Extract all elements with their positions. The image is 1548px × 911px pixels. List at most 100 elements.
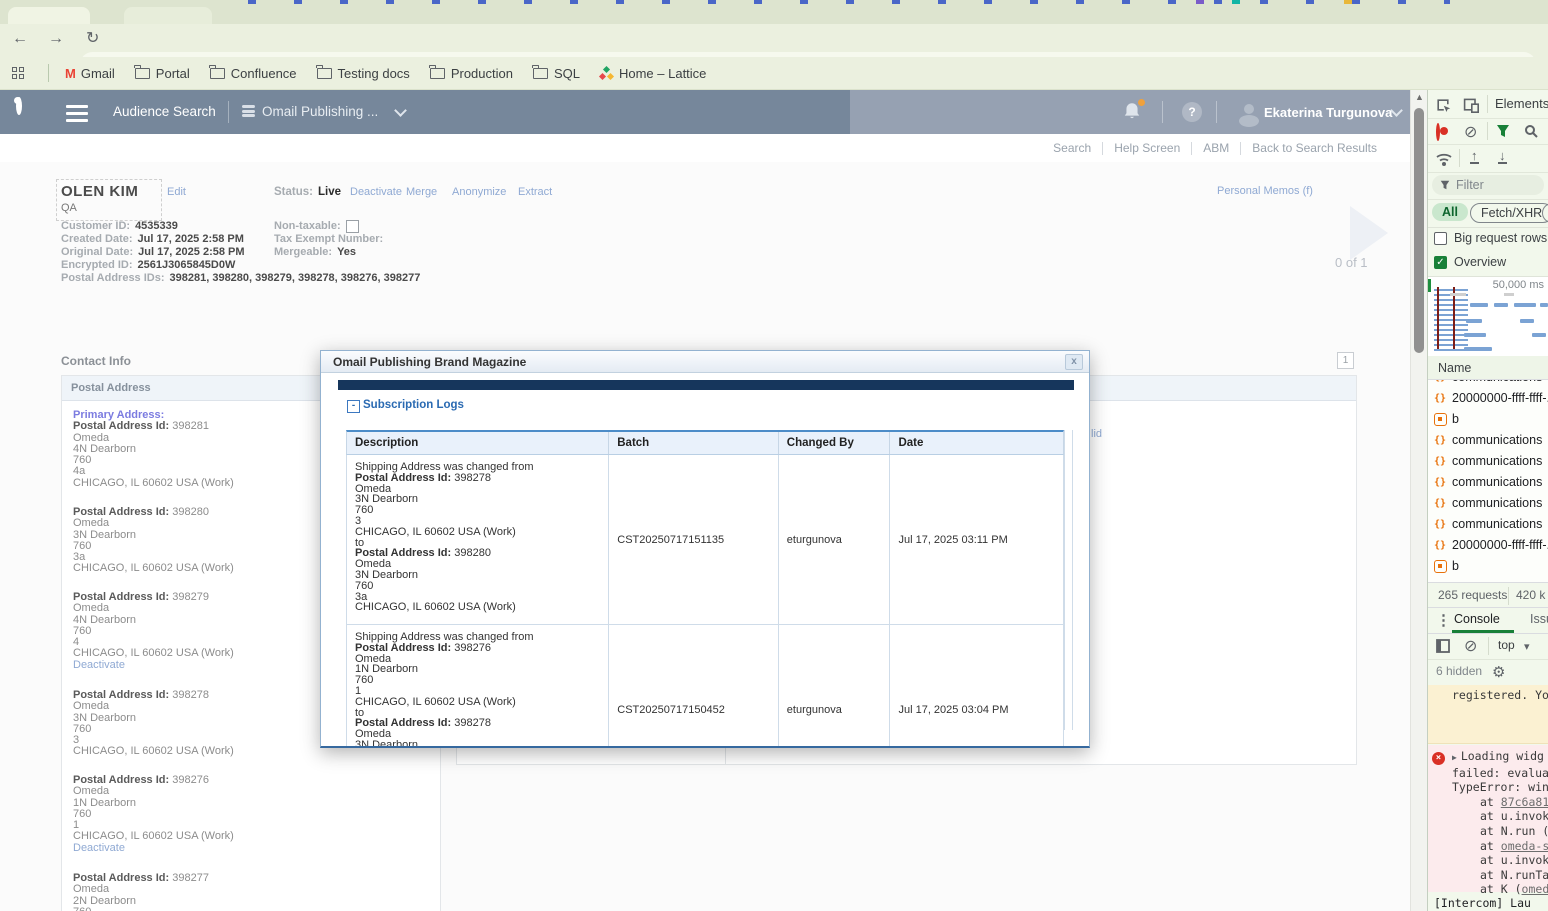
stack-link[interactable]: omeda [1522, 882, 1548, 896]
subnav-back-to-results[interactable]: Back to Search Results [1252, 141, 1377, 155]
subnav-search[interactable]: Search [1053, 141, 1091, 155]
toolbar-divider [1459, 149, 1460, 167]
console-sidebar-icon[interactable] [1436, 639, 1450, 653]
export-har-icon[interactable]: ↓ [1498, 150, 1507, 164]
name-column-header[interactable]: Name [1428, 356, 1548, 380]
tab-console[interactable]: Console [1454, 612, 1500, 626]
pill-fetch-xhr[interactable]: Fetch/XHR [1470, 203, 1548, 223]
non-taxable-checkbox[interactable] [346, 220, 359, 233]
pager-next-arrow[interactable] [1350, 206, 1388, 260]
address-id-label: Postal Address Id [73, 591, 166, 603]
stack-text: at u.invoke [1480, 809, 1548, 823]
extract-link[interactable]: Extract [518, 186, 552, 198]
brand-dropdown[interactable]: Omail Publishing ... [262, 104, 378, 119]
search-icon[interactable] [1524, 124, 1538, 138]
import-har-icon[interactable]: ↑ [1470, 150, 1479, 164]
request-row[interactable]: communications [1428, 514, 1548, 535]
bookmark-gmail[interactable]: MGmail [65, 66, 115, 81]
clear-network-icon[interactable] [1464, 122, 1477, 142]
overview-checkbox[interactable] [1434, 256, 1447, 269]
deactivate-address-link[interactable]: Deactivate [73, 843, 234, 854]
edit-link[interactable]: Edit [167, 186, 186, 198]
overview-green-tick [1428, 279, 1431, 292]
nav-title[interactable]: Audience Search [113, 104, 216, 119]
collapse-section-icon[interactable] [347, 400, 360, 413]
network-filter-input[interactable]: Filter [1432, 175, 1544, 195]
stack-link[interactable]: 87c6a810 [1501, 795, 1548, 809]
pill-all[interactable]: All [1432, 203, 1468, 221]
expand-icon[interactable] [1452, 749, 1461, 763]
scrollbar-thumb[interactable] [1414, 108, 1424, 353]
personal-memos-link[interactable]: Personal Memos (f) [1217, 185, 1313, 197]
filter-icon[interactable] [1496, 124, 1510, 138]
field-non-taxable: Non-taxable: [274, 220, 359, 233]
devtools-panel: Elements ↑ ↓ [1427, 90, 1548, 911]
tab-favicon-teal [1232, 0, 1240, 4]
col-header-description: Description [347, 432, 609, 454]
page-scrollbar[interactable] [1410, 90, 1428, 911]
lattice-icon [600, 67, 613, 80]
context-selector[interactable]: top [1498, 638, 1515, 652]
tab-elements[interactable]: Elements [1495, 96, 1548, 111]
deactivate-link[interactable]: Deactivate [350, 186, 402, 198]
bookmark-confluence[interactable]: Confluence [210, 66, 297, 81]
tab-favicons [210, 0, 1450, 4]
bookmark-sql[interactable]: SQL [533, 66, 580, 81]
menu-icon[interactable] [66, 105, 88, 126]
modal-close-button[interactable]: x [1065, 354, 1083, 370]
stack-frame: at 87c6a810 [1428, 795, 1548, 810]
subnav-abm[interactable]: ABM [1203, 141, 1229, 155]
modal-title-bar[interactable]: Omail Publishing Brand Magazine x [321, 351, 1089, 373]
device-toolbar-icon[interactable] [1463, 97, 1479, 113]
omeda-logo-icon[interactable] [16, 97, 22, 115]
drawer-menu-icon[interactable] [1436, 611, 1451, 629]
browser-tab-active[interactable] [8, 7, 90, 24]
bookmark-portal[interactable]: Portal [135, 66, 190, 81]
request-row[interactable]: 20000000-ffff-ffff-... [1428, 535, 1548, 556]
request-row[interactable]: b [1428, 556, 1548, 577]
console-settings-icon[interactable] [1492, 663, 1505, 681]
error-text: Loading widg [1461, 749, 1544, 763]
request-row[interactable]: b [1428, 409, 1548, 430]
bookmark-home-lattice[interactable]: Home – Lattice [600, 66, 706, 81]
table-scroll-gutter[interactable] [1064, 430, 1073, 730]
request-row[interactable]: 20000000-ffff-ffff-... [1428, 388, 1548, 409]
user-name[interactable]: Ekaterina Turgunova [1264, 105, 1392, 120]
app-header: Audience Search Omail Publishing ... Eka… [0, 90, 1410, 134]
console-warning-message[interactable]: registered. You to use it e.g. setup a J… [1428, 685, 1548, 744]
network-overview-chart[interactable]: 50,000 ms [1428, 276, 1548, 358]
clear-console-icon[interactable] [1464, 636, 1477, 656]
tab-issues[interactable]: Issues [1530, 612, 1548, 626]
bookmark-production[interactable]: Production [430, 66, 513, 81]
browser-tab-strip[interactable] [0, 0, 1548, 24]
stack-link[interactable]: omeda-sh [1501, 839, 1548, 853]
field-value: Yes [337, 246, 356, 258]
request-row[interactable]: communications [1428, 430, 1548, 451]
request-row[interactable]: communications [1428, 472, 1548, 493]
merge-link[interactable]: Merge [406, 186, 437, 198]
back-button[interactable]: ← [12, 31, 28, 47]
apps-grid-icon[interactable] [12, 67, 28, 79]
record-network-icon[interactable] [1436, 123, 1440, 141]
big-request-rows-checkbox[interactable] [1434, 232, 1447, 245]
network-conditions-icon[interactable] [1436, 151, 1452, 167]
browser-tab[interactable] [124, 7, 212, 24]
console-error-message[interactable]: Loading widg failed: evaluat TypeError: … [1428, 745, 1548, 892]
deactivate-address-link[interactable]: Deactivate [73, 660, 234, 671]
request-row[interactable]: communications [1428, 451, 1548, 472]
request-row[interactable]: communications [1428, 380, 1548, 388]
help-icon[interactable] [1182, 102, 1202, 122]
scroll-up-arrow-icon[interactable] [1411, 92, 1428, 102]
field-label: Customer ID: [61, 220, 130, 232]
request-name: b [1452, 409, 1459, 430]
anonymize-link[interactable]: Anonymize [452, 186, 506, 198]
bookmark-testing-docs[interactable]: Testing docs [317, 66, 410, 81]
reload-button[interactable]: ↻ [86, 31, 99, 47]
forward-button[interactable]: → [48, 31, 64, 47]
inspect-icon[interactable] [1435, 97, 1451, 113]
contact-count-badge[interactable]: 1 [1337, 352, 1354, 369]
request-row[interactable]: communications [1428, 493, 1548, 514]
subnav-help-screen[interactable]: Help Screen [1114, 141, 1180, 155]
partial-valid-link[interactable]: lid [1091, 428, 1102, 440]
waterfall-bar [1494, 303, 1508, 307]
